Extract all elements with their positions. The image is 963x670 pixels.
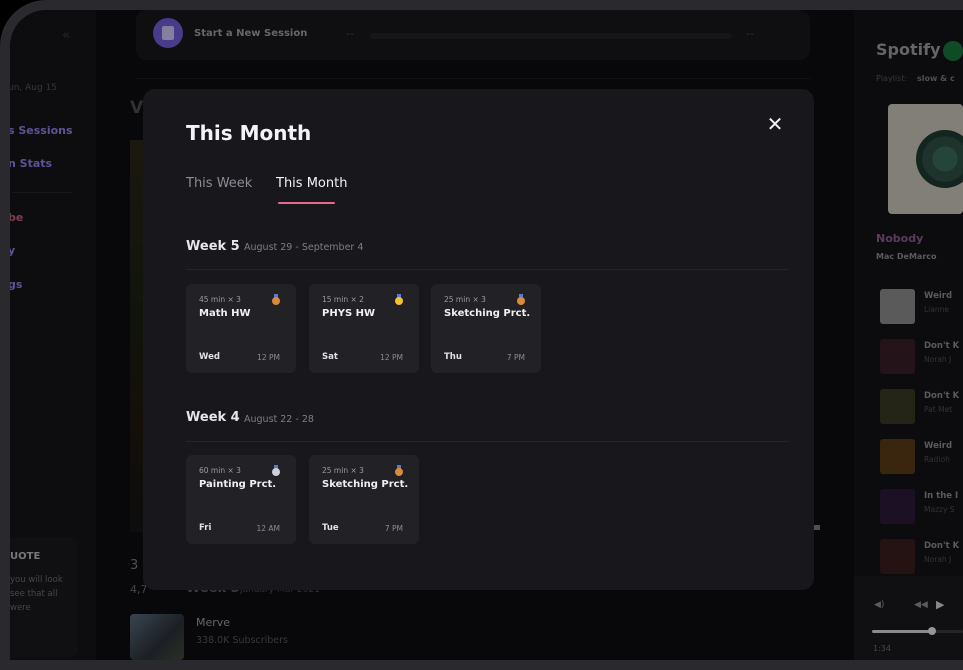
modal-title: This Month [186,121,312,145]
session-day: Thu [444,352,462,362]
close-icon: ✕ [766,112,784,136]
session-name: PHYS HW [322,308,376,319]
session-card[interactable]: 45 min × 3 Math HW Wed 12 PM [186,284,296,373]
week-label: Week 4 [186,410,240,425]
session-duration: 25 min × 3 [322,466,364,475]
week-range: August 22 - 28 [244,414,314,425]
week-range: August 29 - September 4 [244,242,364,253]
session-duration: 45 min × 3 [199,295,241,304]
session-time: 12 PM [257,353,280,362]
week-label: Week 5 [186,239,240,254]
session-name: Sketching Prct. [444,308,531,319]
session-time: 12 AM [256,524,280,533]
gold-medal-icon [395,294,403,305]
silver-medal-icon [272,465,280,476]
tab-this-week[interactable]: This Week [186,176,252,191]
week-divider [186,269,789,270]
bronze-medal-icon [395,465,403,476]
session-card[interactable]: 25 min × 3 Sketching Prct. Tue 7 PM [309,455,419,544]
bronze-medal-icon [517,294,525,305]
bronze-medal-icon [272,294,280,305]
tab-this-month[interactable]: This Month [276,176,347,191]
session-time: 7 PM [506,353,525,362]
app-screen: « un, Aug 15 s Sessions n Stats be y gs … [0,0,963,670]
close-button[interactable]: ✕ [763,112,787,136]
session-day: Fri [199,523,212,533]
session-card[interactable]: 25 min × 3 Sketching Prct. Thu 7 PM [431,284,541,373]
session-time: 12 PM [380,353,403,362]
week-divider [186,441,789,442]
session-day: Sat [322,352,338,362]
session-duration: 60 min × 3 [199,466,241,475]
session-name: Math HW [199,308,251,319]
session-duration: 15 min × 2 [322,295,364,304]
this-month-modal: This Month ✕ This Week This Month Week 5… [143,89,814,590]
session-duration: 25 min × 3 [444,295,486,304]
session-day: Tue [322,523,339,533]
session-time: 7 PM [384,524,403,533]
session-card[interactable]: 60 min × 3 Painting Prct. Fri 12 AM [186,455,296,544]
session-card[interactable]: 15 min × 2 PHYS HW Sat 12 PM [309,284,419,373]
session-day: Wed [199,352,220,362]
session-name: Painting Prct. [199,479,277,490]
session-name: Sketching Prct. [322,479,409,490]
active-tab-indicator [278,202,335,204]
